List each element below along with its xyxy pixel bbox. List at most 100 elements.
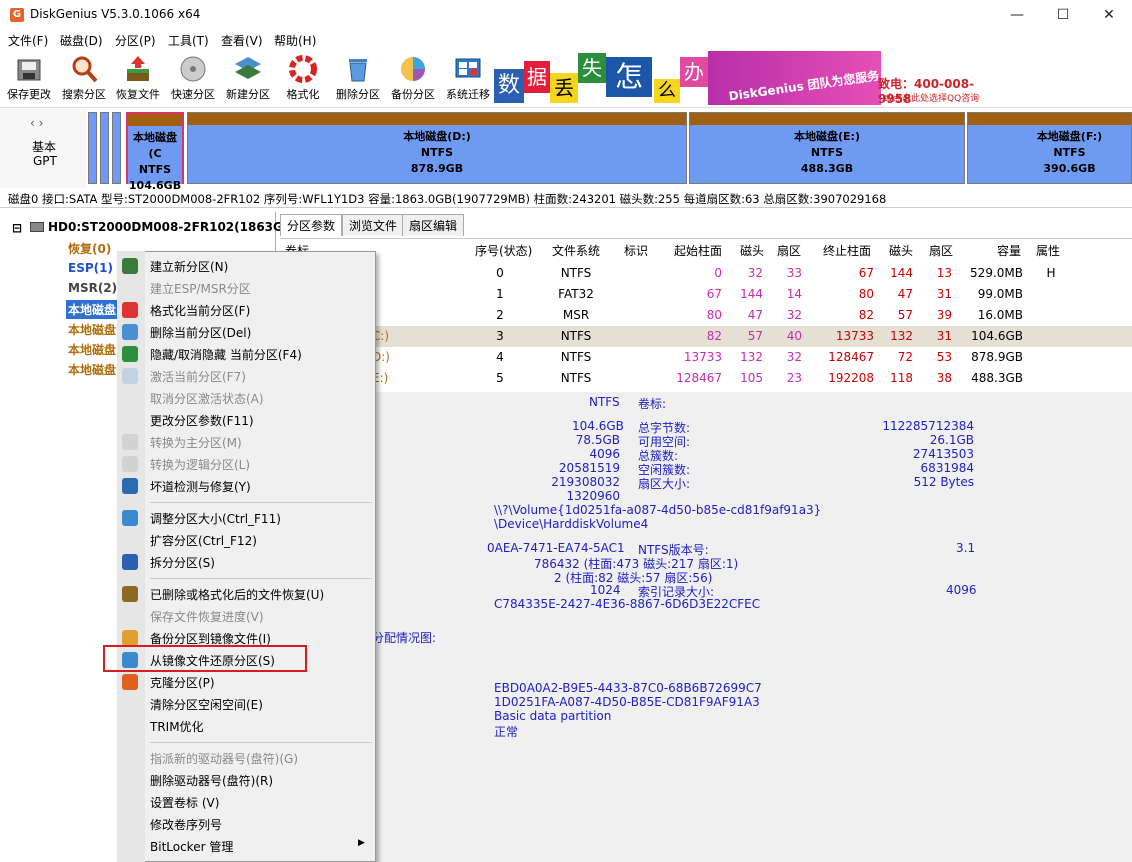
toolbar-search-label: 搜索分区 — [62, 88, 106, 101]
detail-value: 6831984 — [920, 461, 974, 475]
menu-disk[interactable]: 磁盘(D) — [60, 32, 103, 49]
context-menu-item[interactable]: 删除驱动器号(盘符)(R) — [150, 772, 273, 789]
partition-block-small[interactable] — [100, 112, 109, 184]
col-header-fs[interactable]: 文件系统 — [552, 242, 600, 259]
menu-separator — [150, 502, 372, 503]
tree-item-msr[interactable]: MSR(2) — [68, 281, 117, 295]
context-menu-item[interactable]: 拆分分区(S) — [150, 554, 215, 571]
toolbar-format-button[interactable]: 格式化 — [275, 52, 331, 106]
tools-icon — [122, 478, 138, 494]
menu-file[interactable]: 文件(F) — [8, 32, 48, 49]
context-menu-item[interactable]: 更改分区参数(F11) — [150, 412, 254, 429]
col-header-end-sector[interactable]: 扇区 — [929, 242, 953, 259]
context-menu-item[interactable]: 调整分区大小(Ctrl_F11) — [150, 510, 281, 527]
table-cell-cap: 488.3GB — [971, 371, 1023, 385]
partition-size: 390.6GB — [1043, 162, 1096, 175]
toolbar-new-partition-label: 新建分区 — [226, 88, 270, 101]
table-cell-fs: MSR — [562, 308, 590, 322]
context-menu-item[interactable]: 清除分区空闲空间(E) — [150, 696, 263, 713]
col-header-end-head[interactable]: 磁头 — [889, 242, 913, 259]
toolbar-save-label: 保存更改 — [7, 88, 51, 101]
toolbar-recover-button[interactable]: 恢复文件 — [110, 52, 166, 106]
context-menu-item[interactable]: 删除当前分区(Del) — [150, 324, 251, 341]
toolbar-search-button[interactable]: 搜索分区 — [56, 52, 112, 106]
partition-name: 本地磁盘(D:) — [403, 130, 471, 143]
table-cell-sc: 128467 — [676, 371, 722, 385]
col-header-attr[interactable]: 属性 — [1036, 242, 1060, 259]
context-menu-item[interactable]: 建立新分区(N) — [150, 258, 228, 275]
tab-sector-edit[interactable]: 扇区编辑 — [402, 214, 465, 236]
col-header-index[interactable]: 序号(状态) — [475, 242, 532, 259]
detail-value: 512 Bytes — [913, 475, 974, 489]
partition-block-d[interactable]: 本地磁盘(D:) NTFS 878.9GB — [187, 112, 687, 184]
partition-block-c[interactable]: 本地磁盘(C NTFS 104.6GB — [126, 112, 184, 192]
context-menu-item[interactable]: 设置卷标 (V) — [150, 794, 219, 811]
context-menu-item[interactable]: 隐藏/取消隐藏 当前分区(F4) — [150, 346, 302, 363]
detail-value: 112285712384 — [882, 419, 974, 433]
context-menu-item[interactable]: 克隆分区(P) — [150, 674, 215, 691]
detail-ntfs-ver: 3.1 — [956, 541, 976, 555]
format-icon — [122, 302, 138, 318]
col-header-end-cyl[interactable]: 终止柱面 — [823, 242, 871, 259]
toolbar-backup-button[interactable]: 备份分区 — [385, 52, 441, 106]
context-menu-item[interactable]: 扩容分区(Ctrl_F12) — [150, 532, 257, 549]
detail-fs: NTFS — [589, 395, 620, 409]
tree-root-disk[interactable]: HD0:ST2000DM008-2FR102(1863GB) — [48, 220, 298, 234]
table-cell-sh: 47 — [747, 308, 763, 322]
toolbar-delete-label: 删除分区 — [336, 88, 380, 101]
maximize-button[interactable]: ☐ — [1040, 0, 1086, 30]
context-menu-item: 取消分区激活状态(A) — [150, 392, 264, 406]
col-header-sector[interactable]: 扇区 — [777, 242, 801, 259]
col-header-id[interactable]: 标识 — [624, 242, 648, 259]
partition-block-small[interactable] — [112, 112, 121, 184]
partition-block-e[interactable]: 本地磁盘(E:) NTFS 488.3GB — [689, 112, 965, 184]
context-menu-item[interactable]: 修改卷序列号 — [150, 816, 222, 833]
menu-view[interactable]: 查看(V) — [221, 32, 263, 49]
tree-item-local-d[interactable]: 本地磁盘 — [68, 321, 116, 338]
table-cell-eh: 118 — [890, 371, 913, 385]
context-menu-item[interactable]: 已删除或格式化后的文件恢复(U) — [150, 586, 324, 603]
table-cell-es: 13 — [936, 266, 952, 280]
menu-help[interactable]: 帮助(H) — [274, 32, 316, 49]
context-menu-item[interactable]: 坏道检测与修复(Y) — [150, 478, 251, 495]
ad-banner[interactable]: 数 据 丢 失 怎 么 办 DiskGenius 团队为您服务 致电：400-0… — [494, 51, 996, 106]
context-menu-item[interactable]: TRIM优化 — [150, 718, 204, 735]
disk-nav-arrows[interactable]: ‹ › — [30, 116, 43, 130]
toolbar-migrate-button[interactable]: 系统迁移 — [440, 52, 496, 106]
tree-item-local-e[interactable]: 本地磁盘 — [68, 341, 116, 358]
tab-partition-params[interactable]: 分区参数 — [280, 214, 343, 236]
context-menu-item[interactable]: 格式化当前分区(F) — [150, 302, 250, 319]
format-icon — [288, 54, 318, 84]
context-menu-item: 保存文件恢复进度(V) — [150, 610, 264, 624]
col-header-capacity[interactable]: 容量 — [997, 242, 1021, 259]
table-cell-attr: H — [1046, 266, 1056, 280]
toolbar-delete-button[interactable]: 删除分区 — [330, 52, 386, 106]
tree-item-esp[interactable]: ESP(1) — [68, 261, 113, 275]
menu-partition[interactable]: 分区(P) — [115, 32, 156, 49]
tree-item-local-f[interactable]: 本地磁盘 — [68, 361, 116, 378]
table-cell-sc: 0 — [714, 266, 722, 280]
submenu-arrow-icon: ▶ — [358, 838, 365, 848]
tab-browse-files[interactable]: 浏览文件 — [342, 214, 405, 236]
partition-name: 本地磁盘(C — [133, 131, 177, 160]
tree-item-recovery[interactable]: 恢复(0) — [68, 240, 111, 257]
col-header-head[interactable]: 磁头 — [740, 242, 764, 259]
col-header-start-cyl[interactable]: 起始柱面 — [674, 242, 722, 259]
tree-item-local-c[interactable]: 本地磁盘 — [66, 300, 119, 319]
partition-name: 本地磁盘(F:) — [1036, 130, 1103, 143]
activate-icon — [122, 368, 138, 384]
toolbar-save-button[interactable]: 保存更改 — [1, 52, 57, 106]
menu-tools[interactable]: 工具(T) — [168, 32, 209, 49]
toolbar-quick-partition-button[interactable]: 快速分区 — [165, 52, 221, 106]
tree-expand-icon[interactable]: ⊟ — [12, 221, 22, 235]
delete-icon — [343, 54, 373, 84]
context-menu-item[interactable]: BitLocker 管理 — [150, 838, 233, 855]
partition-block-f[interactable]: 本地磁盘(F:) NTFS 390.6GB — [967, 112, 1132, 184]
minimize-button[interactable]: — — [994, 0, 1040, 30]
partition-fs: NTFS — [1053, 146, 1086, 159]
partition-size: 878.9GB — [410, 162, 464, 175]
toolbar-migrate-label: 系统迁移 — [446, 88, 490, 101]
close-button[interactable]: ✕ — [1086, 0, 1132, 30]
partition-block-small[interactable] — [88, 112, 97, 184]
toolbar-new-partition-button[interactable]: 新建分区 — [220, 52, 276, 106]
